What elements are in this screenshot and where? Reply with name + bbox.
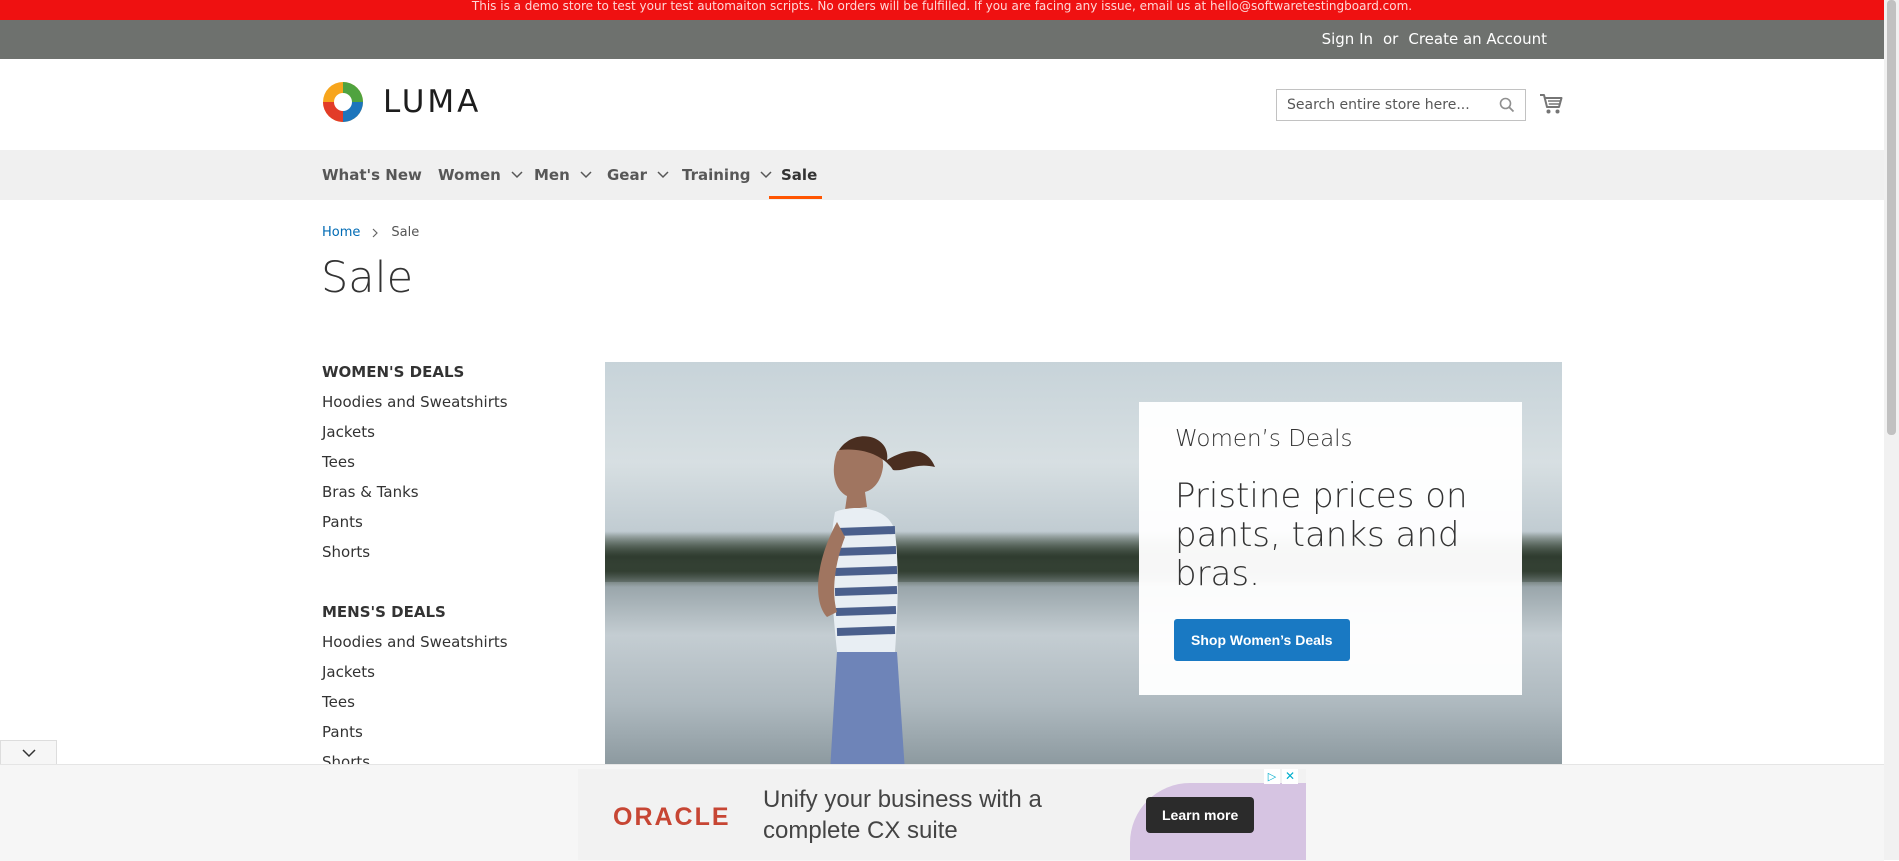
ad-collapse-toggle[interactable] <box>0 740 57 765</box>
sidebar-link-womens-jackets[interactable]: Jackets <box>322 420 508 450</box>
or-text: or <box>1383 30 1399 48</box>
search-input[interactable] <box>1277 90 1497 120</box>
ad-learn-more-button[interactable]: Learn more <box>1146 797 1255 833</box>
main-nav: What's New Women Men Gear Training Sale <box>0 150 1884 200</box>
sidebar-link-mens-pants[interactable]: Pants <box>322 720 508 750</box>
close-icon[interactable]: ✕ <box>1282 769 1298 784</box>
logo-text: LUMA <box>383 84 482 120</box>
scrollbar-thumb[interactable] <box>1887 0 1896 435</box>
runner-figure <box>818 436 935 764</box>
promo-headline: Pristine prices on pants, tanks and bras… <box>1175 476 1468 594</box>
chevron-down-icon <box>657 171 669 179</box>
chevron-down-icon <box>511 171 523 179</box>
page-scrollbar[interactable] <box>1884 0 1899 860</box>
panel-header: Sign In or Create an Account <box>0 20 1884 59</box>
demo-notice-text: This is a demo store to test your test a… <box>471 0 1413 13</box>
page-title: Sale <box>321 253 414 303</box>
nav-label: Sale <box>781 166 818 184</box>
chevron-down-icon <box>760 171 773 179</box>
header-links: Sign In or Create an Account <box>1322 30 1547 48</box>
chevron-down-icon <box>580 171 592 179</box>
nav-label: What's New <box>322 166 422 184</box>
sidebar-link-womens-shorts[interactable]: Shorts <box>322 540 508 570</box>
nav-item-women[interactable]: Women <box>438 150 523 200</box>
sidebar-link-womens-tees[interactable]: Tees <box>322 450 508 480</box>
sidebar-link-mens-jackets[interactable]: Jackets <box>322 660 508 690</box>
mens-deals-heading: MENS'S DEALS <box>322 603 446 621</box>
chevron-down-icon <box>21 748 36 757</box>
nav-item-men[interactable]: Men <box>534 150 592 200</box>
nav-label: Men <box>534 166 570 184</box>
adchoices-icon[interactable]: ▷ <box>1264 769 1280 784</box>
nav-label: Women <box>438 166 501 184</box>
sidebar: WOMEN'S DEALS Hoodies and Sweatshirts Ja… <box>322 360 508 780</box>
breadcrumb-home-link[interactable]: Home <box>322 225 360 240</box>
nav-item-whats-new[interactable]: What's New <box>322 150 422 200</box>
chevron-right-icon <box>372 228 379 237</box>
luma-logo-icon <box>323 82 363 122</box>
ad-copy: Unify your business with a complete CX s… <box>763 786 1042 844</box>
sidebar-link-womens-bras-tanks[interactable]: Bras & Tanks <box>322 480 508 510</box>
nav-item-training[interactable]: Training <box>682 150 773 200</box>
nav-label: Training <box>682 166 751 184</box>
sidebar-link-mens-tees[interactable]: Tees <box>322 690 508 720</box>
nav-label: Gear <box>607 166 648 184</box>
sidebar-link-womens-pants[interactable]: Pants <box>322 510 508 540</box>
search-icon[interactable] <box>1499 97 1515 113</box>
header-main: LUMA <box>0 59 1884 150</box>
cart-icon[interactable] <box>1539 93 1563 115</box>
ad-brand-logo: ORACLE <box>613 803 731 831</box>
sidebar-link-mens-hoodies[interactable]: Hoodies and Sweatshirts <box>322 630 508 660</box>
create-account-link[interactable]: Create an Account <box>1408 30 1547 48</box>
demo-notice-bar: This is a demo store to test your test a… <box>0 0 1884 20</box>
breadcrumb: Home Sale <box>322 225 419 240</box>
oracle-ad-banner[interactable]: ORACLE Unify your business with a comple… <box>578 769 1306 860</box>
nav-item-sale[interactable]: Sale <box>781 150 817 200</box>
promo-box: Women’s Deals Pristine prices on pants, … <box>1139 402 1522 695</box>
sidebar-link-womens-hoodies[interactable]: Hoodies and Sweatshirts <box>322 390 508 420</box>
search-box[interactable] <box>1276 89 1526 121</box>
shop-womens-deals-button[interactable]: Shop Women’s Deals <box>1174 619 1350 661</box>
active-nav-underline <box>769 196 822 199</box>
promo-kicker: Women’s Deals <box>1175 426 1353 452</box>
nav-item-gear[interactable]: Gear <box>607 150 669 200</box>
luma-logo[interactable]: LUMA <box>321 80 481 124</box>
womens-deals-heading: WOMEN'S DEALS <box>322 363 465 381</box>
sign-in-link[interactable]: Sign In <box>1322 30 1373 48</box>
breadcrumb-current: Sale <box>391 225 420 240</box>
